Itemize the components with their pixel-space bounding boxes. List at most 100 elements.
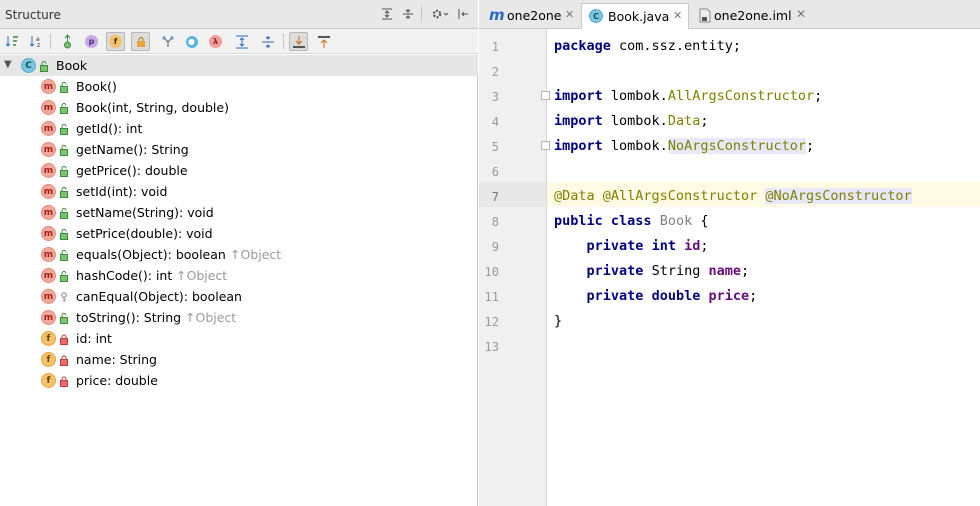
editor-tab-bar: m one2one ✕ C Book.java ✕ one2one.iml ✕ [479,0,980,29]
show-inherited-icon[interactable] [58,32,77,51]
tree-method-node[interactable]: m equals(Object): boolean ↑Object [0,244,478,265]
tree-node-label: canEqual(Object): boolean [76,289,242,304]
hide-icon[interactable] [456,7,470,21]
show-lambdas-icon[interactable]: ● [182,32,201,51]
close-icon[interactable]: ✕ [673,9,682,22]
line-number: 4 [491,115,499,129]
tree-method-node[interactable]: m getPrice(): double [0,160,478,181]
autoscroll-from-source-icon[interactable] [314,32,333,51]
sort-alpha-icon[interactable]: az [27,32,46,51]
code-line-1: package com.ssz.entity; [554,38,741,54]
line-number: 9 [491,240,499,254]
tab-one2one[interactable]: m one2one ✕ [481,3,578,29]
tree-field-node[interactable]: f id: int [0,328,478,349]
show-non-public-icon[interactable] [131,32,150,51]
close-icon[interactable]: ✕ [565,8,574,21]
public-icon [60,144,68,156]
public-icon [60,207,68,219]
tree-method-node[interactable]: m setName(String): void [0,202,478,223]
tree-node-label: Book() [76,79,117,94]
sort-visibility-icon[interactable] [3,32,22,51]
close-icon[interactable]: ✕ [796,7,806,21]
expand-icon[interactable] [380,7,394,21]
class-name: Book [56,58,88,73]
lambda-icon[interactable]: λ [206,32,225,51]
line-number: 1 [491,40,499,54]
public-icon [60,186,68,198]
tree-method-node[interactable]: m getId(): int [0,118,478,139]
method-icon: m [41,289,56,304]
inherited-from-label: ↑Object [176,268,228,283]
method-icon: m [41,79,56,94]
chevron-down-icon[interactable]: ▼ [4,59,12,70]
code-line-12: } [554,313,563,329]
autoscroll-to-source-icon[interactable] [289,32,308,51]
code-line-10: private String name; [586,263,750,279]
show-anonymous-icon[interactable] [158,32,177,51]
fold-marker-icon[interactable] [541,141,550,150]
public-icon [60,123,68,135]
tree-method-node[interactable]: m setId(int): void [0,181,478,202]
tree-method-node[interactable]: m getName(): String [0,139,478,160]
inherited-from-label: ↑Object [185,310,237,325]
tree-method-node[interactable]: m Book() [0,76,478,97]
tree-node-label: getName(): String [76,142,189,157]
tab-one2one-iml[interactable]: one2one.iml ✕ [692,3,807,29]
public-icon [60,165,68,177]
structure-toolbar: az p f ● λ [0,29,478,54]
line-number: 5 [491,140,499,154]
line-number: 8 [491,215,499,229]
public-icon [60,102,68,114]
private-icon [60,375,68,387]
tree-field-node[interactable]: f price: double [0,370,478,391]
expand-all-icon[interactable] [232,32,251,51]
field-icon: f [41,352,56,367]
structure-panel: Structure az p f ● λ ▼ C Book m Book() m… [0,0,478,506]
code-line-8: public class Book { [554,213,709,229]
tab-book-java[interactable]: C Book.java ✕ [581,3,689,29]
line-number: 10 [484,265,499,279]
collapse-all-icon[interactable] [258,32,277,51]
settings-icon[interactable] [430,7,450,21]
tree-class-node[interactable]: ▼ C Book [0,55,478,76]
tree-node-label: name: String [76,352,157,367]
tree-method-node[interactable]: m hashCode(): int ↑Object [0,265,478,286]
field-icon: f [41,373,56,388]
method-icon: m [41,100,56,115]
method-icon: m [41,226,56,241]
tree-node-label: toString(): String [76,310,182,325]
public-icon [60,270,68,282]
collapse-icon[interactable] [401,7,415,21]
tree-method-node[interactable]: m canEqual(Object): boolean [0,286,478,307]
public-icon [60,312,68,324]
public-icon [40,60,48,72]
gutter: 1 2 3 4 5 6 7 8 9 10 11 12 13 [479,29,550,506]
line-number: 3 [491,90,499,104]
line-number: 12 [484,315,499,329]
public-icon [60,81,68,93]
line-number: 13 [484,340,499,354]
field-icon: f [41,331,56,346]
private-icon [60,333,68,345]
show-properties-icon[interactable]: p [82,32,101,51]
public-icon [60,228,68,240]
file-icon [699,8,711,26]
tree-field-node[interactable]: f name: String [0,349,478,370]
tree-method-node[interactable]: m setPrice(double): void [0,223,478,244]
tree-node-label: equals(Object): boolean [76,247,226,262]
tree-method-node[interactable]: m toString(): String ↑Object [0,307,478,328]
fold-marker-icon[interactable] [541,91,550,100]
module-icon: m [489,6,505,24]
method-icon: m [41,184,56,199]
tree-node-label: price: double [76,373,158,388]
method-icon: m [41,310,56,325]
class-icon: C [589,9,603,23]
method-icon: m [41,163,56,178]
line-number: 7 [491,190,499,204]
code-line-4: import lombok.Data; [554,113,709,129]
line-number: 11 [484,290,499,304]
code-line-7: @Data @AllArgsConstructor @NoArgsConstru… [554,188,912,204]
tree-node-label: setName(String): void [76,205,214,220]
tree-method-node[interactable]: m Book(int, String, double) [0,97,478,118]
show-fields-icon[interactable]: f [106,32,125,51]
